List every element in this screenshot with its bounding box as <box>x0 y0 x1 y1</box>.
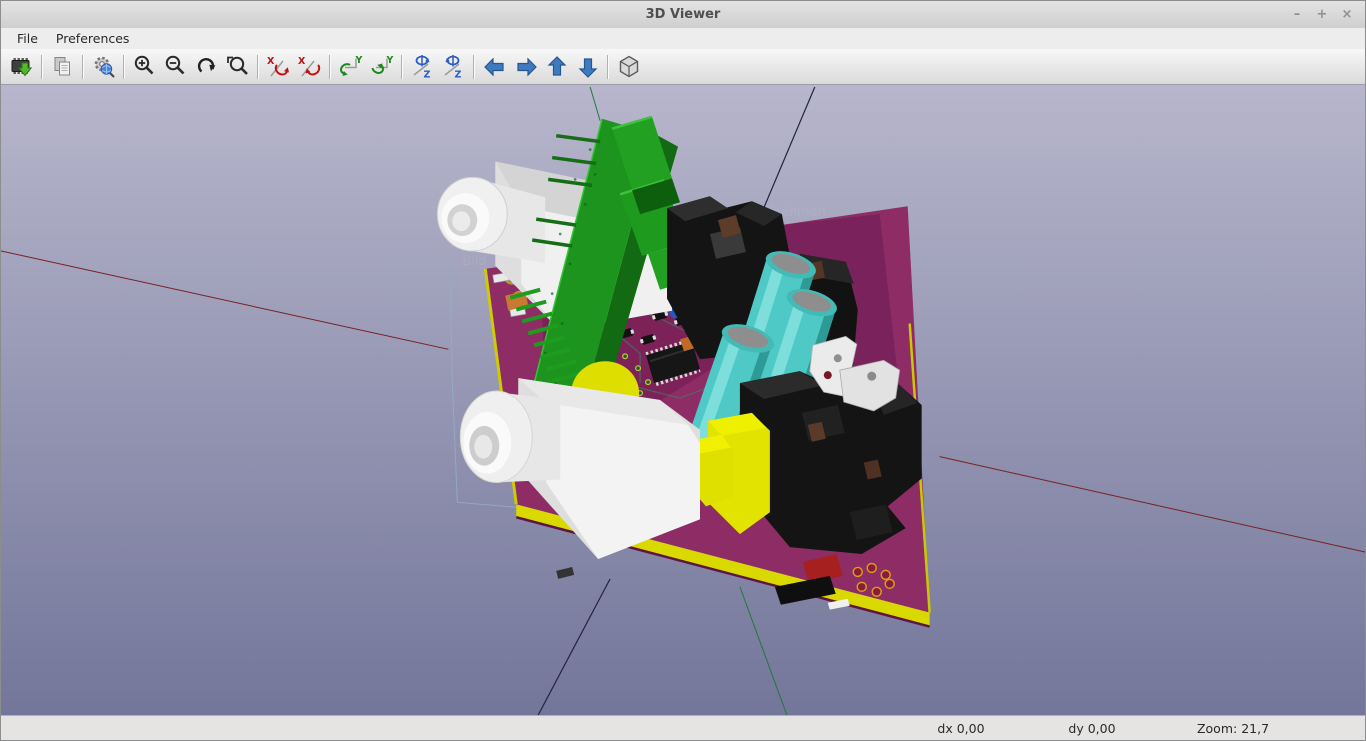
pcb-3d-scene: Abbrechen Anwendung Bild aufnehmen ziehe… <box>1 85 1365 715</box>
status-dy: dy 0,00 <box>1022 716 1162 740</box>
svg-text:X: X <box>298 56 306 67</box>
rotate-y-neg-button[interactable]: Y <box>366 52 397 81</box>
toolbar-separator <box>607 55 609 79</box>
reload-board-icon <box>9 54 35 80</box>
toolbar-separator <box>82 55 84 79</box>
toolbar-separator <box>41 55 43 79</box>
move-down-icon <box>575 54 601 80</box>
copy-image-button[interactable] <box>47 52 78 81</box>
move-left-icon <box>482 54 508 80</box>
render-options-icon <box>91 54 117 80</box>
svg-text:X: X <box>267 56 275 67</box>
move-left-button[interactable] <box>479 52 510 81</box>
rotate-z-neg-icon: Z <box>441 54 467 80</box>
move-up-button[interactable] <box>541 52 572 81</box>
toolbar-separator <box>329 55 331 79</box>
toolbar-separator <box>123 55 125 79</box>
rotate-x-pos-button[interactable]: X <box>263 52 294 81</box>
svg-text:Bild: Bild <box>462 254 486 269</box>
rotate-y-pos-button[interactable]: Y <box>335 52 366 81</box>
move-up-icon <box>544 54 570 80</box>
zoom-fit-button[interactable] <box>222 52 253 81</box>
status-dx: dx 0,00 <box>891 716 1031 740</box>
minimize-button[interactable]: – <box>1289 7 1305 23</box>
move-right-button[interactable] <box>510 52 541 81</box>
redraw-icon <box>194 54 220 80</box>
titlebar: 3D Viewer – + × <box>1 1 1365 28</box>
rotate-x-pos-icon: X <box>266 54 292 80</box>
ortho-view-icon <box>616 54 642 80</box>
rotate-y-neg-icon: Y <box>369 54 395 80</box>
reload-board-button[interactable] <box>6 52 37 81</box>
redraw-button[interactable] <box>191 52 222 81</box>
svg-text:Y: Y <box>354 55 362 66</box>
toolbar-separator <box>473 55 475 79</box>
render-options-button[interactable] <box>88 52 119 81</box>
rotate-x-neg-button[interactable]: X <box>294 52 325 81</box>
svg-text:Z: Z <box>454 69 461 80</box>
move-down-button[interactable] <box>572 52 603 81</box>
move-right-icon <box>513 54 539 80</box>
window-title: 3D Viewer <box>1 7 1365 22</box>
toolbar-separator <box>257 55 259 79</box>
ortho-view-button[interactable] <box>613 52 644 81</box>
status-zoom: Zoom: 21,7 <box>1163 716 1303 740</box>
rotate-y-pos-icon: Y <box>338 54 364 80</box>
rotate-z-pos-icon: Z <box>410 54 436 80</box>
svg-text:Z: Z <box>423 69 430 80</box>
statusbar: dx 0,00 dy 0,00 Zoom: 21,7 <box>1 715 1365 740</box>
3d-viewer-window: 3D Viewer – + × File Preferences <box>0 0 1366 741</box>
rotate-x-neg-icon: X <box>297 54 323 80</box>
zoom-fit-icon <box>225 54 251 80</box>
maximize-button[interactable]: + <box>1314 7 1330 23</box>
zoom-in-icon <box>132 54 158 80</box>
zoom-out-button[interactable] <box>160 52 191 81</box>
zoom-out-icon <box>163 54 189 80</box>
toolbar-separator <box>401 55 403 79</box>
3d-viewport[interactable]: Abbrechen Anwendung Bild aufnehmen ziehe… <box>1 85 1365 715</box>
menu-file[interactable]: File <box>8 29 47 48</box>
zoom-in-button[interactable] <box>129 52 160 81</box>
close-button[interactable]: × <box>1339 7 1355 23</box>
svg-text:Y: Y <box>385 55 393 66</box>
copy-image-icon <box>50 54 76 80</box>
main-toolbar: X X Y Y <box>1 49 1365 85</box>
rotate-z-pos-button[interactable]: Z <box>407 52 438 81</box>
rotate-z-neg-button[interactable]: Z <box>438 52 469 81</box>
window-controls: – + × <box>1289 7 1365 23</box>
menubar: File Preferences <box>1 28 1365 49</box>
menu-preferences[interactable]: Preferences <box>47 29 139 48</box>
